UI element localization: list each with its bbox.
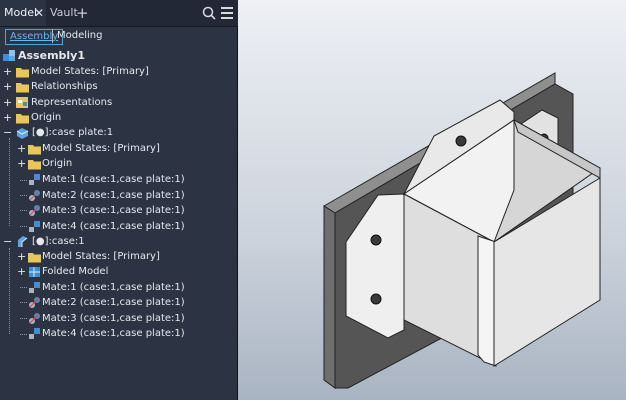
tree-item-label: Mate:1 (case:1,case plate:1) [42,174,185,185]
mate-constraint-icon [29,313,40,324]
tree-item-label: Mate:4 (case:1,case plate:1) [42,328,185,339]
folder-icon [28,160,41,170]
mate-constraint-icon [29,282,40,293]
expand-icon[interactable]: + [17,141,26,156]
folder-icon [16,83,29,93]
tree-item-label: Mate:3 (case:1,case plate:1) [42,313,185,324]
tree-item-label: Mate:3 (case:1,case plate:1) [42,205,185,216]
subtab-modeling[interactable]: Modeling [57,29,103,43]
tree-item-label: [●]:case plate:1 [32,127,114,138]
tree-connector [20,334,27,335]
tree-item-label: Origin [42,158,73,169]
search-icon[interactable] [202,6,216,20]
tree-item-label: Folded Model [42,266,109,277]
tree-connector [20,180,27,181]
expand-icon[interactable]: + [17,249,26,264]
part-icon [16,128,29,139]
subtab-assembly[interactable]: Assembly [5,29,64,45]
folder-icon [28,145,41,155]
folded-model-icon [29,267,40,277]
tree-item-label: Model States: [Primary] [42,251,160,262]
tree-item-label: Relationships [31,81,98,92]
tree-item-label: Mate:1 (case:1,case plate:1) [42,282,185,293]
expand-icon[interactable]: + [3,110,12,125]
assembly-icon [3,50,15,61]
tree-item-label: Model States: [Primary] [42,143,160,154]
expand-icon[interactable]: + [3,64,12,79]
tree-item-label: Mate:4 (case:1,case plate:1) [42,221,185,232]
folder-icon [16,68,29,78]
expand-icon[interactable]: + [17,264,26,279]
mate-constraint-icon [29,328,40,339]
mounting-hole [370,293,382,305]
tab-model-label: Model [4,6,38,19]
expand-icon[interactable]: + [17,156,26,171]
representations-icon [16,97,28,108]
hamburger-menu-icon[interactable] [221,7,233,19]
collapse-icon[interactable]: − [3,234,12,249]
tree-root-label: Assembly1 [18,49,85,62]
tree-item-label: Mate:2 (case:1,case plate:1) [42,190,185,201]
mate-constraint-icon [29,221,40,232]
close-icon[interactable]: ✕ [34,0,44,26]
mate-constraint-icon [29,297,40,308]
mate-constraint-icon [29,205,40,216]
case-plate-side-edge [323,205,336,389]
expand-icon[interactable]: + [3,95,12,110]
tree-item-label: Mate:2 (case:1,case plate:1) [42,297,185,308]
tab-model[interactable]: Model ✕ [0,0,46,26]
browser-subtabs: Assembly Modeling [0,26,238,46]
tree-connector [20,287,27,288]
sheet-metal-part-icon [18,236,28,247]
mate-constraint-icon [29,174,40,185]
tree-connector [20,226,27,227]
tree-item-label: [●]:case:1 [32,236,85,247]
tree-item-label: Origin [31,112,62,123]
tree-connector [20,210,27,211]
browser-tab-bar: Model ✕ Vault + [0,0,238,27]
tree-connector [20,195,27,196]
add-tab-icon[interactable]: + [76,0,89,26]
subtab-divider [52,29,53,43]
tree-item-label: Model States: [Primary] [31,66,149,77]
tree-connector [20,302,27,303]
tree-connector [20,318,27,319]
mounting-hole [455,135,467,147]
folder-icon [16,114,29,124]
3d-viewport[interactable] [238,0,626,400]
model-browser-panel: Model ✕ Vault + Assembly Modeling Assemb… [0,0,238,400]
collapse-icon[interactable]: − [3,125,12,140]
case-box-bend [477,235,497,367]
3d-model-render[interactable] [238,0,626,400]
expand-icon[interactable]: + [3,79,12,94]
tree-connector [9,138,10,226]
tree-connector [9,248,10,334]
tree-item-label: Representations [31,97,113,108]
folder-icon [28,253,41,263]
tab-vault[interactable]: Vault [50,0,78,26]
mate-constraint-icon [29,190,40,201]
mounting-hole [370,234,382,246]
